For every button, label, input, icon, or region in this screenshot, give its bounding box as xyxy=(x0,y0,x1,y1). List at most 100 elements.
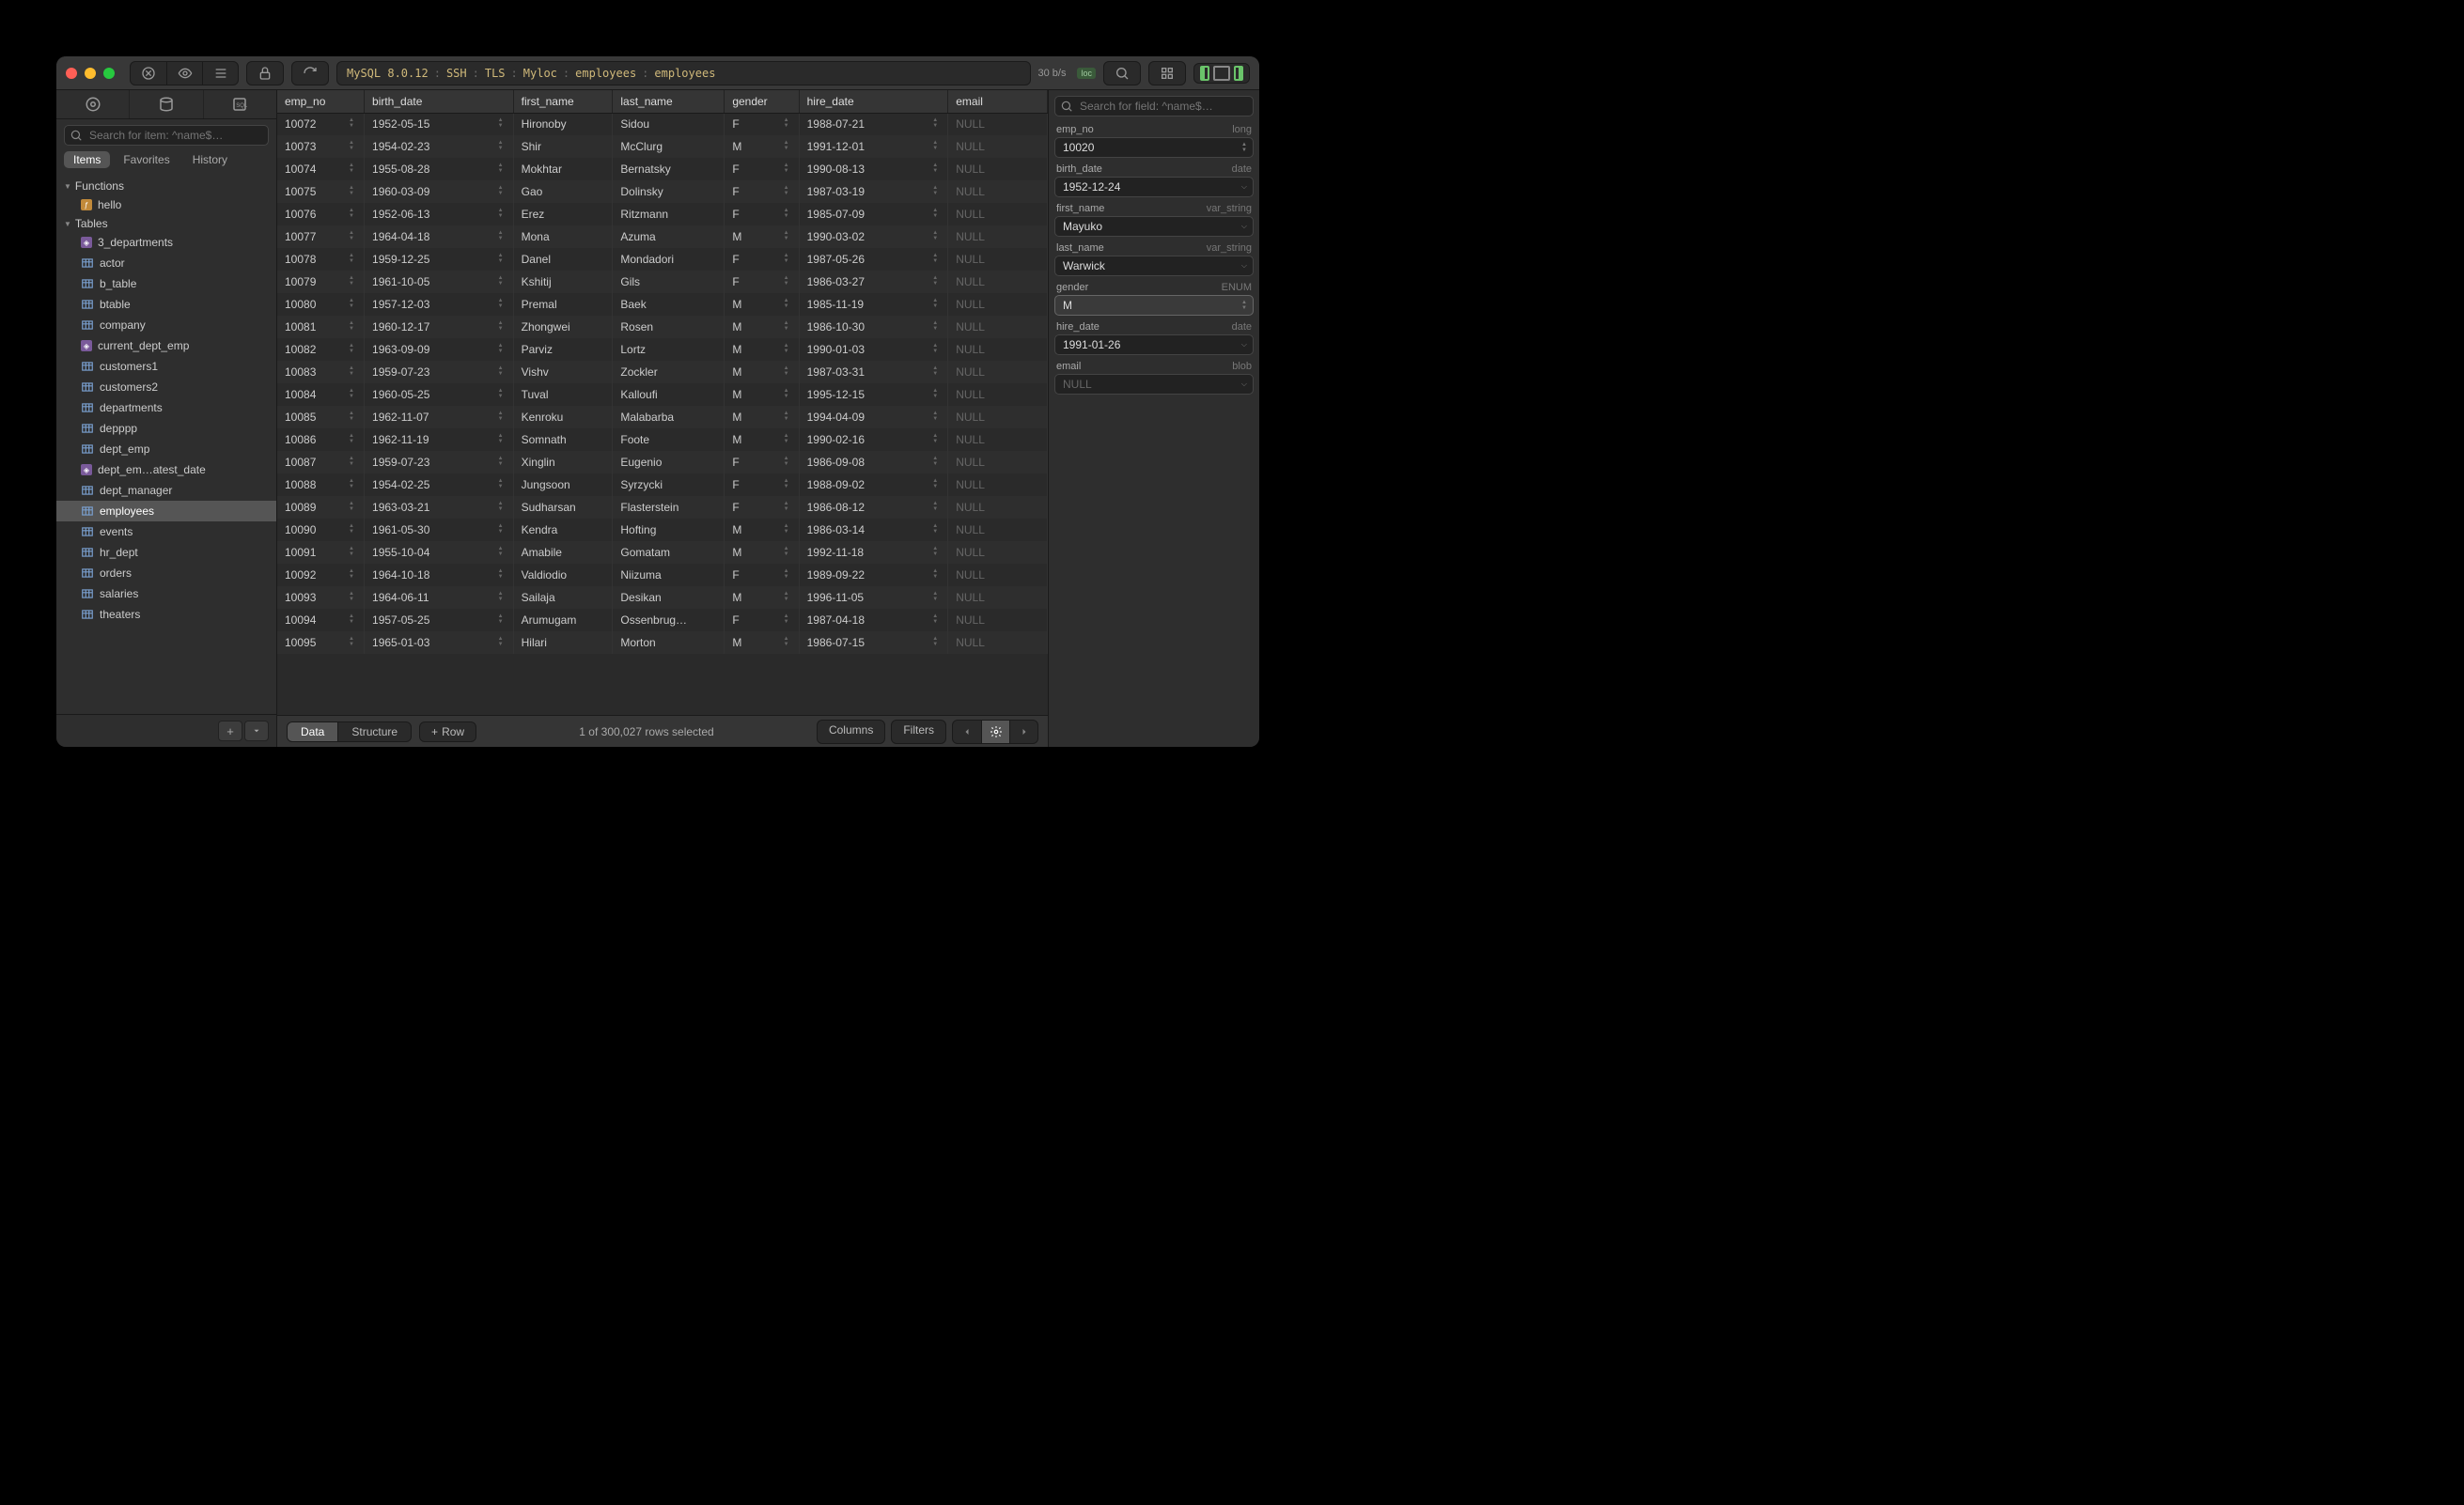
table-cell[interactable]: F xyxy=(725,113,799,135)
stepper-icon[interactable] xyxy=(347,275,356,288)
stepper-icon[interactable] xyxy=(496,230,506,243)
view-mode-data[interactable]: Data xyxy=(288,722,337,741)
stepper-icon[interactable] xyxy=(782,365,791,379)
table-cell[interactable]: NULL xyxy=(948,203,1048,225)
stepper-icon[interactable] xyxy=(496,253,506,266)
table-cell[interactable]: 1960-05-25 xyxy=(365,383,514,406)
table-cell[interactable]: 10090 xyxy=(277,519,365,541)
table-cell[interactable]: NULL xyxy=(948,248,1048,271)
chevron-down-icon[interactable]: ⌵ xyxy=(1241,261,1247,271)
table-cell[interactable]: Dolinsky xyxy=(613,180,725,203)
field-value-input[interactable]: 10020 xyxy=(1054,137,1254,158)
table-cell[interactable]: 1996-11-05 xyxy=(799,586,948,609)
table-cell[interactable]: Malabarba xyxy=(613,406,725,428)
stepper-icon[interactable] xyxy=(930,230,940,243)
table-cell[interactable]: Erez xyxy=(513,203,613,225)
table-cell[interactable]: 1952-06-13 xyxy=(365,203,514,225)
stepper-icon[interactable] xyxy=(347,546,356,559)
stepper-icon[interactable] xyxy=(496,636,506,649)
table-cell[interactable]: 1987-03-31 xyxy=(799,361,948,383)
stepper-icon[interactable] xyxy=(930,546,940,559)
stepper-icon[interactable] xyxy=(1241,142,1247,153)
tree-section-header[interactable]: Tables xyxy=(56,215,276,232)
table-cell[interactable]: 1962-11-19 xyxy=(365,428,514,451)
stepper-icon[interactable] xyxy=(782,185,791,198)
table-cell[interactable]: 10083 xyxy=(277,361,365,383)
stepper-icon[interactable] xyxy=(782,501,791,514)
table-cell[interactable]: 1986-09-08 xyxy=(799,451,948,473)
table-cell[interactable]: F xyxy=(725,609,799,631)
table-cell[interactable]: 1957-12-03 xyxy=(365,293,514,316)
stepper-icon[interactable] xyxy=(347,320,356,334)
table-cell[interactable]: 1957-05-25 xyxy=(365,609,514,631)
tree-item-company[interactable]: company xyxy=(56,315,276,335)
display-indicator-3[interactable] xyxy=(1234,66,1243,81)
table-cell[interactable]: Niizuma xyxy=(613,564,725,586)
chevron-down-icon[interactable]: ⌵ xyxy=(1241,340,1247,349)
table-cell[interactable]: 1959-07-23 xyxy=(365,451,514,473)
tree-section-header[interactable]: Functions xyxy=(56,178,276,194)
column-header-birth_date[interactable]: birth_date xyxy=(365,90,514,113)
stepper-icon[interactable] xyxy=(347,253,356,266)
table-cell[interactable]: Lortz xyxy=(613,338,725,361)
column-header-email[interactable]: email xyxy=(948,90,1048,113)
column-header-emp_no[interactable]: emp_no xyxy=(277,90,365,113)
table-cell[interactable]: Eugenio xyxy=(613,451,725,473)
stepper-icon[interactable] xyxy=(347,456,356,469)
stepper-icon[interactable] xyxy=(930,501,940,514)
stepper-icon[interactable] xyxy=(496,456,506,469)
stepper-icon[interactable] xyxy=(930,636,940,649)
stepper-icon[interactable] xyxy=(782,433,791,446)
stepper-icon[interactable] xyxy=(930,140,940,153)
table-row[interactable]: 100881954-02-25JungsoonSyrzyckiF1988-09-… xyxy=(277,473,1048,496)
table-cell[interactable]: Morton xyxy=(613,631,725,654)
table-cell[interactable]: NULL xyxy=(948,316,1048,338)
prev-page-button[interactable] xyxy=(953,721,981,743)
table-cell[interactable]: M xyxy=(725,406,799,428)
table-cell[interactable]: 10087 xyxy=(277,451,365,473)
table-cell[interactable]: Somnath xyxy=(513,428,613,451)
table-cell[interactable]: 10086 xyxy=(277,428,365,451)
table-cell[interactable]: F xyxy=(725,158,799,180)
table-row[interactable]: 100861962-11-19SomnathFooteM1990-02-16NU… xyxy=(277,428,1048,451)
field-value-input[interactable]: Warwick⌵ xyxy=(1054,256,1254,276)
filters-button[interactable]: Filters xyxy=(891,720,946,744)
tree-item-dept-em-atest-date[interactable]: ◈dept_em…atest_date xyxy=(56,459,276,480)
stepper-icon[interactable] xyxy=(347,388,356,401)
table-cell[interactable]: Kenroku xyxy=(513,406,613,428)
table-row[interactable]: 100951965-01-03HilariMortonM1986-07-15NU… xyxy=(277,631,1048,654)
table-cell[interactable]: M xyxy=(725,338,799,361)
table-cell[interactable]: Syrzycki xyxy=(613,473,725,496)
table-cell[interactable]: Ritzmann xyxy=(613,203,725,225)
stepper-icon[interactable] xyxy=(782,275,791,288)
close-tab-button[interactable] xyxy=(131,62,166,85)
stepper-icon[interactable] xyxy=(782,298,791,311)
tree-item-dept-emp[interactable]: dept_emp xyxy=(56,439,276,459)
page-settings-button[interactable] xyxy=(981,721,1009,743)
stepper-icon[interactable] xyxy=(782,568,791,582)
stepper-icon[interactable] xyxy=(347,298,356,311)
table-cell[interactable]: M xyxy=(725,361,799,383)
stepper-icon[interactable] xyxy=(782,456,791,469)
stepper-icon[interactable] xyxy=(930,275,940,288)
stepper-icon[interactable] xyxy=(496,117,506,131)
chevron-down-icon[interactable]: ⌵ xyxy=(1241,380,1247,389)
table-cell[interactable]: 10084 xyxy=(277,383,365,406)
table-cell[interactable]: 1964-06-11 xyxy=(365,586,514,609)
table-cell[interactable]: NULL xyxy=(948,519,1048,541)
table-cell[interactable]: 1987-03-19 xyxy=(799,180,948,203)
table-cell[interactable]: Zhongwei xyxy=(513,316,613,338)
table-row[interactable]: 100891963-03-21SudharsanFlastersteinF198… xyxy=(277,496,1048,519)
stepper-icon[interactable] xyxy=(930,433,940,446)
table-cell[interactable]: Parviz xyxy=(513,338,613,361)
sidebar-tree[interactable]: FunctionsƒhelloTables◈3_departmentsactor… xyxy=(56,174,276,714)
table-cell[interactable]: 1994-04-09 xyxy=(799,406,948,428)
tree-item-btable[interactable]: btable xyxy=(56,294,276,315)
table-cell[interactable]: Foote xyxy=(613,428,725,451)
stepper-icon[interactable] xyxy=(496,501,506,514)
stepper-icon[interactable] xyxy=(930,365,940,379)
table-cell[interactable]: NULL xyxy=(948,225,1048,248)
stepper-icon[interactable] xyxy=(347,117,356,131)
table-cell[interactable]: Kendra xyxy=(513,519,613,541)
stepper-icon[interactable] xyxy=(496,140,506,153)
